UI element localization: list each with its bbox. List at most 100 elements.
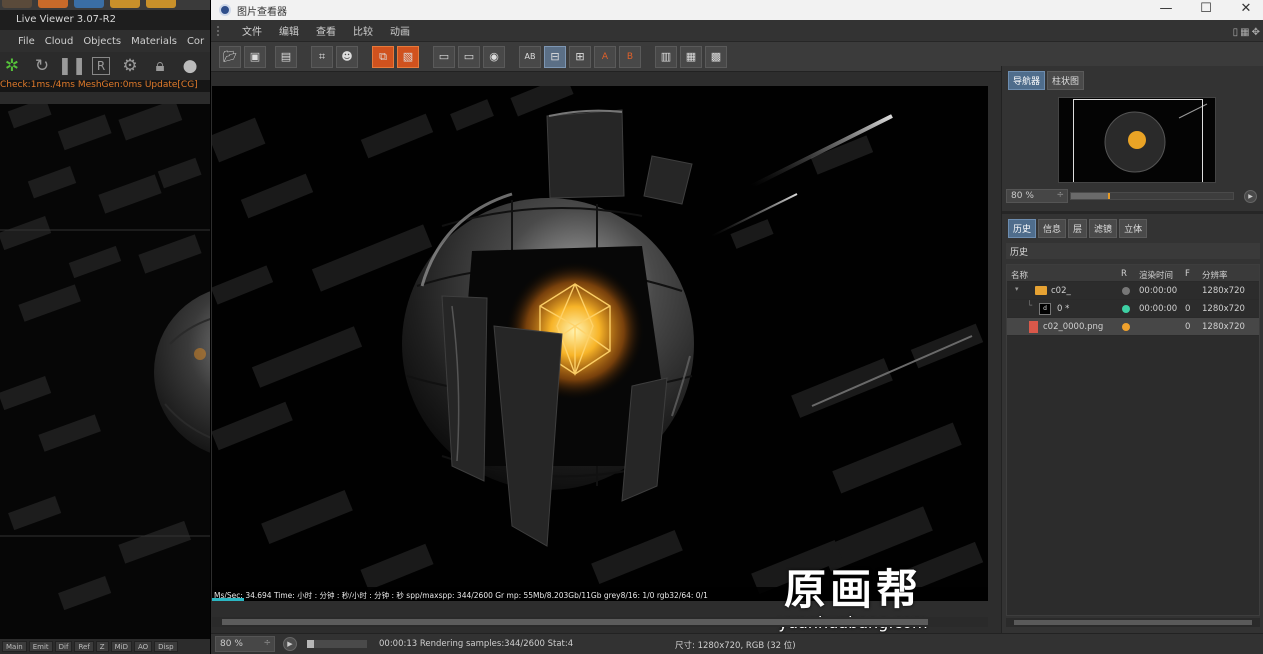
close-icon[interactable]: ✕: [1227, 0, 1263, 20]
col-name[interactable]: 名称: [1011, 269, 1028, 281]
lv-viewport[interactable]: [0, 104, 210, 639]
row-resolution: 1280x720: [1202, 286, 1245, 296]
lv-tab-dif[interactable]: Dif: [54, 641, 73, 652]
tab-filter[interactable]: 滤镜: [1089, 219, 1118, 238]
tab-navigator[interactable]: 导航器: [1008, 71, 1046, 90]
tab-info[interactable]: 信息: [1038, 219, 1067, 238]
lv-top-button-1[interactable]: [2, 0, 32, 8]
expand-icon[interactable]: ▾: [1015, 285, 1019, 293]
open-icon[interactable]: 📂︎: [219, 45, 241, 68]
row-resolution: 1280x720: [1202, 304, 1245, 314]
r-icon[interactable]: R: [92, 57, 110, 75]
pause-icon[interactable]: ❚❚: [58, 56, 87, 76]
ab-icon[interactable]: AB: [519, 45, 541, 68]
row-name: 0 *: [1057, 304, 1070, 314]
lv-menu-file[interactable]: File: [18, 36, 35, 52]
image-size-info: 尺寸: 1280x720, RGB (32 位): [675, 641, 796, 651]
pv-menu-edit[interactable]: 编辑: [279, 23, 299, 38]
tab-history[interactable]: 历史: [1008, 219, 1037, 238]
minimize-icon[interactable]: —: [1147, 0, 1185, 20]
compare-2-icon[interactable]: ▦: [680, 45, 702, 68]
tab-histogram[interactable]: 柱状图: [1047, 71, 1085, 90]
status-dot: [1122, 323, 1130, 331]
split-icon[interactable]: ⊟: [544, 45, 566, 68]
tab-layers[interactable]: 层: [1068, 219, 1088, 238]
col-render-time[interactable]: 渲染时间: [1139, 269, 1173, 281]
lv-menu-objects[interactable]: Objects: [83, 36, 121, 52]
lv-top-button-5[interactable]: [146, 0, 176, 8]
render-thumb-icon: d: [1039, 303, 1051, 315]
row-resolution: 1280x720: [1202, 322, 1245, 332]
film-icon[interactable]: ▤: [275, 45, 297, 68]
pv-menu-compare[interactable]: 比较: [353, 23, 373, 38]
history-row[interactable]: ▾ c02_ 00:00:00 1280x720: [1007, 282, 1259, 300]
lv-menu-cor[interactable]: Cor: [187, 36, 204, 52]
lv-tab-z[interactable]: Z: [95, 641, 109, 652]
frame-b-icon[interactable]: ▭: [458, 45, 480, 68]
history-row[interactable]: └ d 0 * 00:00:00 0 1280x720: [1007, 300, 1259, 318]
pv-right-panel: 导航器 柱状图 80 % ▶ 历史 信息 层 滤镜 立体 历史: [1001, 66, 1263, 633]
image-horizontal-scrollbar[interactable]: [212, 617, 988, 627]
lv-tab-emit[interactable]: Emit: [28, 641, 53, 652]
lv-tab-disp[interactable]: Disp: [154, 641, 178, 652]
lv-menu-materials[interactable]: Materials: [131, 36, 177, 52]
lv-tab-mid[interactable]: MiD: [110, 641, 132, 652]
user-icon[interactable]: ☻: [336, 45, 358, 68]
compare-3-icon[interactable]: ▩: [705, 45, 727, 68]
status-dot: [1122, 287, 1130, 295]
row-name: c02_: [1051, 286, 1071, 296]
lv-menu-cloud[interactable]: Cloud: [45, 36, 74, 52]
scrollbar-thumb[interactable]: [222, 619, 928, 625]
pv-menu-animation[interactable]: 动画: [390, 23, 410, 38]
lv-bottom-tabs: Main Emit Dif Ref Z MiD AO Disp: [0, 639, 212, 654]
history-scrollbar[interactable]: [1006, 618, 1260, 627]
grid-icon[interactable]: ▦: [1240, 27, 1249, 38]
set-a-icon[interactable]: A: [594, 45, 616, 68]
lv-stats: Check:1ms./4ms MeshGen:0ms Update[CG]: [0, 80, 211, 92]
navigator-zoom-field[interactable]: 80 %: [1006, 189, 1068, 203]
live-viewer-window: Live Viewer 3.07-R2 File Cloud Objects M…: [0, 0, 212, 654]
render-image-view[interactable]: Ms/Sec: 34.694 Time: 小时 : 分钟 : 秒/小时 : 分钟…: [212, 86, 988, 601]
play-icon[interactable]: ▶: [283, 637, 297, 651]
region-icon[interactable]: ⌗: [311, 45, 333, 68]
lv-tab-ref[interactable]: Ref: [74, 641, 94, 652]
pv-menu-file[interactable]: 文件: [242, 23, 262, 38]
lv-tab-ao[interactable]: AO: [133, 641, 153, 652]
zoom-field[interactable]: 80 %: [215, 636, 275, 652]
lv-top-button-4[interactable]: [110, 0, 140, 8]
frame-ab-icon[interactable]: ◉: [483, 45, 505, 68]
navigator-play-icon[interactable]: ▶: [1244, 190, 1257, 203]
history-scrollbar-thumb[interactable]: [1014, 620, 1252, 625]
octane-icon[interactable]: ✲: [2, 56, 22, 76]
history-table-header: 名称 R 渲染时间 F 分辨率: [1007, 265, 1259, 282]
lv-title: Live Viewer 3.07-R2: [0, 10, 211, 30]
lv-tab-main[interactable]: Main: [2, 641, 27, 652]
lock-icon[interactable]: 🔒︎: [150, 56, 170, 76]
lv-top-button-2[interactable]: [38, 0, 68, 8]
pv-titlebar[interactable]: 图片查看器 — ☐ ✕: [211, 0, 1263, 20]
gear-icon[interactable]: ⚙: [120, 56, 140, 76]
save-icon[interactable]: ▣: [244, 45, 266, 68]
copy-icon[interactable]: ⧉: [372, 45, 394, 68]
navigator-zoom-slider[interactable]: [1070, 192, 1234, 200]
pv-menu-view[interactable]: 查看: [316, 23, 336, 38]
histogram-icon[interactable]: ⊞: [569, 45, 591, 68]
sphere-icon[interactable]: ●: [180, 56, 200, 76]
maximize-icon[interactable]: ☐: [1187, 0, 1225, 20]
navigator-thumbnail[interactable]: [1058, 97, 1216, 183]
col-r[interactable]: R: [1121, 269, 1127, 279]
refresh-icon[interactable]: ↻: [32, 56, 52, 76]
history-row-selected[interactable]: c02_0000.png 0 1280x720: [1007, 318, 1259, 336]
frame-a-icon[interactable]: ▭: [433, 45, 455, 68]
col-frame[interactable]: F: [1185, 269, 1190, 279]
tab-stereo[interactable]: 立体: [1119, 219, 1148, 238]
lv-top-button-3[interactable]: [74, 0, 104, 8]
navigator-view-frame[interactable]: [1073, 99, 1203, 182]
layout-icon[interactable]: ▯: [1233, 27, 1239, 38]
compare-1-icon[interactable]: ▥: [655, 45, 677, 68]
move-icon[interactable]: ✥: [1252, 27, 1260, 38]
paste-icon[interactable]: ▧: [397, 45, 419, 68]
set-b-icon[interactable]: B: [619, 45, 641, 68]
col-resolution[interactable]: 分辨率: [1202, 269, 1228, 281]
tree-line-icon: └: [1027, 301, 1033, 311]
